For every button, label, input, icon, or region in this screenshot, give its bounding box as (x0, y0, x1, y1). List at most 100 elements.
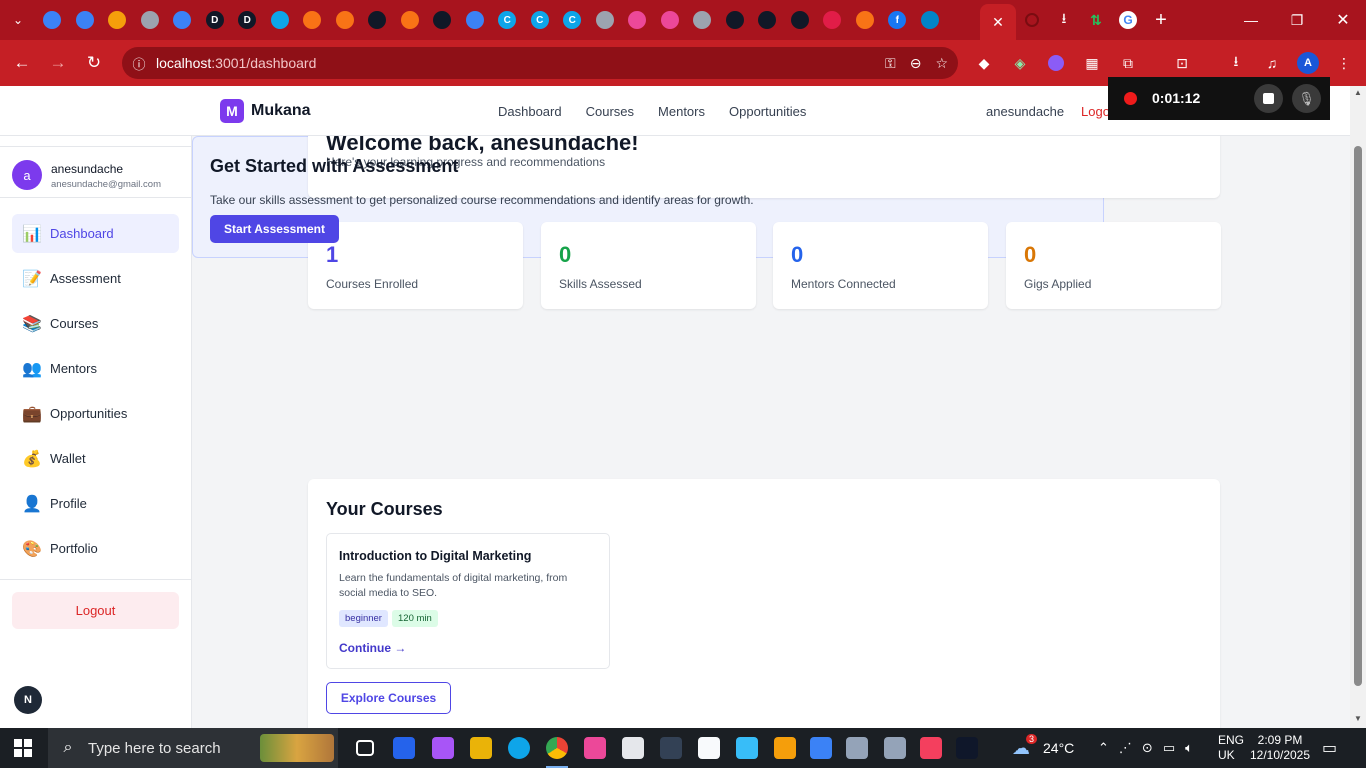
edge-icon[interactable] (500, 728, 538, 768)
scroll-down-icon[interactable]: ▼ (1353, 714, 1363, 724)
tab-sync-icon[interactable]: ⇅ (1080, 0, 1112, 40)
dev-tools-badge[interactable]: N (14, 686, 42, 714)
tab-loading-icon[interactable] (1016, 0, 1048, 40)
weather-widget[interactable]: ☁ 3 24°C (1012, 728, 1074, 768)
header-logout-link[interactable]: Logo (1081, 104, 1110, 119)
sidebar-logout-button[interactable]: Logout (12, 592, 179, 629)
page-scrollbar[interactable]: ▲ ▼ (1350, 86, 1366, 728)
brand[interactable]: M Mukana (220, 99, 311, 123)
file-explorer-icon[interactable] (462, 728, 500, 768)
url-text[interactable]: localhost:3001/dashboard (156, 55, 316, 71)
browser-tab-favicon-icon[interactable] (69, 0, 102, 40)
browser-tab-favicon-icon[interactable] (166, 0, 199, 40)
browser-tab-favicon-icon[interactable]: C (491, 0, 524, 40)
app-pink-icon[interactable] (576, 728, 614, 768)
app-blue-icon[interactable] (728, 728, 766, 768)
top-nav-opportunities[interactable]: Opportunities (729, 104, 806, 119)
mute-mic-button[interactable]: 🎙︎ (1292, 84, 1321, 113)
browser-tab-favicon-icon[interactable] (719, 0, 752, 40)
app-box-icon[interactable] (690, 728, 728, 768)
browser-tab-favicon-icon[interactable] (296, 0, 329, 40)
sidebar-item-mentors[interactable]: 👥 Mentors (12, 349, 179, 388)
windows-start-icon[interactable] (0, 728, 46, 768)
sidebar-item-wallet[interactable]: 💰 Wallet (12, 439, 179, 478)
reload-icon[interactable]: ↻ (76, 40, 112, 86)
forward-icon[interactable]: → (40, 40, 76, 86)
browser-tab-favicon-icon[interactable] (264, 0, 297, 40)
browser-tab-favicon-icon[interactable] (101, 0, 134, 40)
git-icon[interactable] (766, 728, 804, 768)
back-icon[interactable]: ← (4, 40, 40, 86)
browser-tab-favicon-icon[interactable] (621, 0, 654, 40)
tab-search-icon[interactable]: ⌄ (0, 0, 36, 40)
browser-tab-favicon-icon[interactable] (914, 0, 947, 40)
terminal-icon[interactable] (948, 728, 986, 768)
browser-tab-favicon-icon[interactable] (459, 0, 492, 40)
browser-tab-favicon-icon[interactable]: D (231, 0, 264, 40)
browser-tab-favicon-icon[interactable] (329, 0, 362, 40)
stop-recording-button[interactable] (1254, 84, 1283, 113)
top-nav-courses[interactable]: Courses (586, 104, 634, 119)
store-icon[interactable] (385, 728, 423, 768)
taskbar-clock[interactable]: 2:09 PM 12/10/2025 (1246, 733, 1314, 763)
browser-tab-favicon-icon[interactable] (361, 0, 394, 40)
browser-tab-favicon-icon[interactable] (426, 0, 459, 40)
browser-tab-favicon-icon[interactable] (654, 0, 687, 40)
browser-tab-favicon-icon[interactable]: C (556, 0, 589, 40)
new-tab-icon[interactable]: + (1145, 0, 1177, 40)
continue-course-link[interactable]: Continue → (339, 641, 406, 655)
browser-menu-icon[interactable]: ⋮ (1326, 40, 1362, 86)
copilot-icon[interactable] (424, 728, 462, 768)
sidebar-item-portfolio[interactable]: 🎨 Portfolio (12, 529, 179, 568)
scroll-up-icon[interactable]: ▲ (1353, 88, 1363, 98)
task-view-icon[interactable] (346, 728, 384, 768)
chrome-icon[interactable] (538, 728, 576, 768)
browser-tab-favicon-icon[interactable] (36, 0, 69, 40)
sidebar-item-opportunities[interactable]: 💼 Opportunities (12, 394, 179, 433)
password-key-icon[interactable]: ⚿ (885, 55, 896, 72)
app-table-icon[interactable] (838, 728, 876, 768)
app-table2-icon[interactable] (876, 728, 914, 768)
scrollbar-thumb[interactable] (1354, 146, 1362, 686)
browser-tab-favicon-icon[interactable] (686, 0, 719, 40)
sidebar-item-assessment[interactable]: 📝 Assessment (12, 259, 179, 298)
course-card[interactable]: Introduction to Digital Marketing Learn … (326, 533, 610, 669)
browser-tab-favicon-icon[interactable] (849, 0, 882, 40)
minimize-icon[interactable]: — (1228, 0, 1274, 40)
vscode-icon[interactable] (802, 728, 840, 768)
zoom-icon[interactable]: ⊖ (910, 55, 922, 72)
address-bar[interactable]: ⓘ localhost:3001/dashboard ⚿ ⊖ ☆ (122, 47, 958, 79)
browser-tab-favicon-icon[interactable] (134, 0, 167, 40)
browser-tab-favicon-icon[interactable] (589, 0, 622, 40)
window-close-icon[interactable]: ✕ (1320, 0, 1366, 40)
explore-courses-button[interactable]: Explore Courses (326, 682, 451, 714)
browser-tab-favicon-icon[interactable]: f (881, 0, 914, 40)
notifications-icon[interactable]: ▭ (1322, 728, 1337, 768)
browser-tab-favicon-icon[interactable]: D (199, 0, 232, 40)
qr-code-icon[interactable]: ▦ (1074, 40, 1110, 86)
volume-icon[interactable]: 🔈︎ (1185, 740, 1193, 756)
site-info-icon[interactable]: ⓘ (122, 54, 156, 73)
top-nav-mentors[interactable]: Mentors (658, 104, 705, 119)
battery-icon[interactable]: ▭ (1163, 740, 1175, 756)
download-icon[interactable]: ⭳ (1048, 0, 1080, 40)
app-gradient-icon[interactable] (912, 728, 950, 768)
active-tab-close-icon[interactable]: ✕ (980, 4, 1016, 40)
sidebar-item-dashboard[interactable]: 📊 Dashboard (12, 214, 179, 253)
top-nav-dashboard[interactable]: Dashboard (498, 104, 562, 119)
taskbar-search-box[interactable]: ⌕ Type here to search (48, 728, 338, 768)
google-icon[interactable]: G (1112, 0, 1144, 40)
browser-tab-favicon-icon[interactable] (816, 0, 849, 40)
code-tool-icon[interactable] (614, 728, 652, 768)
extension-bird-icon[interactable]: ◆ (966, 40, 1002, 86)
bookmark-star-icon[interactable]: ☆ (935, 55, 948, 72)
browser-tab-favicon-icon[interactable] (751, 0, 784, 40)
tray-chevron-icon[interactable]: ⌃ (1098, 740, 1109, 756)
restore-icon[interactable]: ❐ (1274, 0, 1320, 40)
network-icon[interactable]: ⋰ (1119, 740, 1132, 756)
sidebar-item-profile[interactable]: 👤 Profile (12, 484, 179, 523)
browser-tab-favicon-icon[interactable]: C (524, 0, 557, 40)
language-indicator[interactable]: ENG UK (1218, 733, 1244, 763)
camera-icon[interactable]: ⊙ (1142, 740, 1153, 756)
browser-tab-favicon-icon[interactable] (784, 0, 817, 40)
